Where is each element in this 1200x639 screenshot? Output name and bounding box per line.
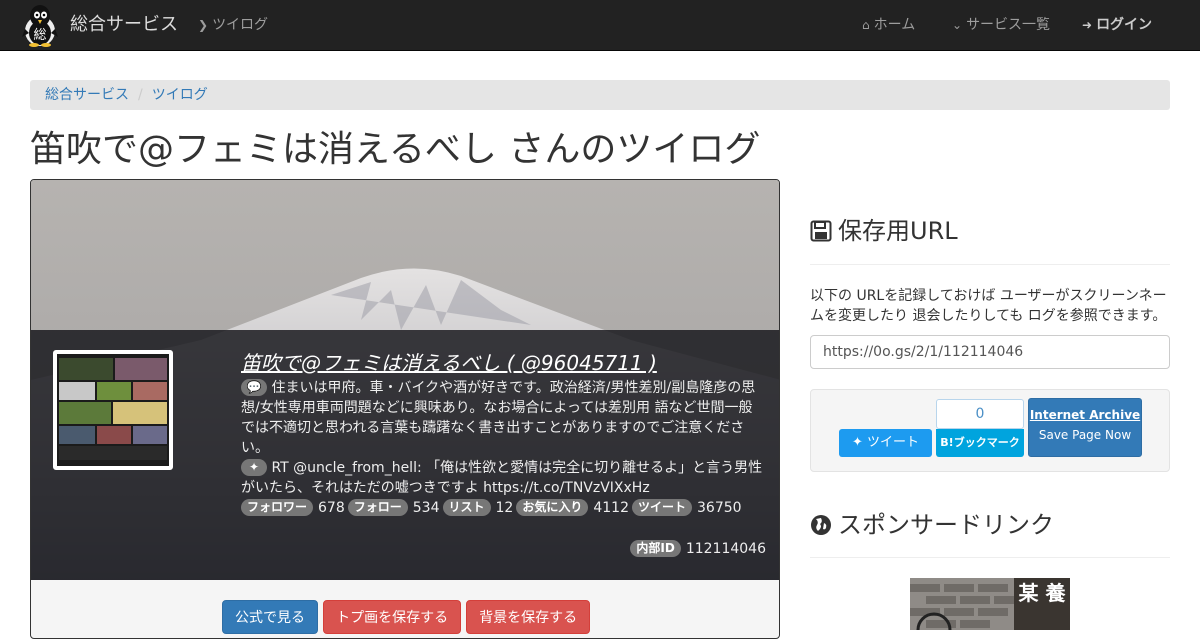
profile-avatar[interactable] xyxy=(53,350,173,470)
hatena-bookmark-button[interactable]: B!ブックマーク xyxy=(936,429,1024,457)
lists-count: 12 xyxy=(495,500,514,516)
brand-name[interactable]: 総合サービス xyxy=(70,13,178,37)
sign-in-icon: ➜ xyxy=(1082,18,1093,32)
internal-id-badge: 内部ID xyxy=(630,540,681,557)
profile-bio: 💬 住まいは甲府。車・バイクや酒が好きです。政治経済/男性差別/副島隆彦の思想/… xyxy=(241,378,766,458)
save-avatar-button[interactable]: トプ画を保存する xyxy=(323,600,462,634)
comment-icon: 💬 xyxy=(241,379,267,396)
tweets-count: 36750 xyxy=(697,500,742,516)
sponsor-heading: スポンサードリンク xyxy=(810,509,1054,541)
profile-actions: 公式で見る トプ画を保存する 背景を保存する xyxy=(222,600,591,634)
sponsor-heading-text: スポンサードリンク xyxy=(838,511,1054,539)
twitter-bird-icon: ✦ xyxy=(851,435,863,450)
favorites-count: 4112 xyxy=(593,500,629,516)
logo-glyph: 総 xyxy=(33,28,46,43)
save-url-heading-text: 保存用URL xyxy=(838,217,958,245)
following-badge: フォロー xyxy=(347,499,408,516)
nav-tsuilog[interactable]: ❯ ツイログ xyxy=(198,16,268,34)
view-official-button[interactable]: 公式で見る xyxy=(222,600,318,634)
breadcrumb-item-home[interactable]: 総合サービス xyxy=(45,87,129,103)
profile-info: 笛吹で@フェミは消えるべし ( @96045711 ) 💬 住まいは甲府。車・バ… xyxy=(241,348,766,518)
chevron-down-icon: ⌄ xyxy=(952,18,963,32)
globe-icon xyxy=(810,512,832,535)
following-count: 534 xyxy=(412,500,440,516)
home-icon: ⌂ xyxy=(862,18,870,32)
favorites-badge: お気に入り xyxy=(516,499,589,516)
followers-count: 678 xyxy=(318,500,345,516)
divider xyxy=(810,264,1170,265)
ad-text: 某 養 xyxy=(1018,581,1066,605)
internet-archive-button[interactable]: Internet Archive Save Page Now xyxy=(1028,398,1142,457)
sponsored-ad-image[interactable]: 某 養 xyxy=(910,578,1070,630)
latest-tweet-text: RT @uncle_from_hell: 「俺は性欲と愛情は完全に切り離せるよ」… xyxy=(241,460,763,496)
profile-bio-text: 住まいは甲府。車・バイクや酒が好きです。政治経済/男性差別/副島隆彦の思想/女性… xyxy=(241,380,756,456)
save-url-description: 以下の URLを記録しておけば ユーザーがスクリーンネームを変更したり 退会した… xyxy=(810,288,1167,324)
internal-id: 内部ID 112114046 xyxy=(630,540,766,557)
save-url-heading: 保存用URL xyxy=(810,215,958,247)
tweet-button[interactable]: ✦ ツイート xyxy=(839,429,932,457)
nav-tsuilog-label: ツイログ xyxy=(212,17,269,33)
hatena-count: 0 xyxy=(936,399,1024,429)
ia-title: Internet Archive xyxy=(1029,408,1141,422)
ia-action: Save Page Now xyxy=(1038,428,1132,442)
page-title: 笛吹で@フェミは消えるべし さんのツイログ xyxy=(30,129,761,170)
navbar: 総 総合サービス ❯ ツイログ ⌂ ホーム ⌄ サービス一覧 ➜ ログイン xyxy=(0,0,1200,51)
save-banner-button[interactable]: 背景を保存する xyxy=(466,600,591,634)
profile-card: 笛吹で@フェミは消えるべし ( @96045711 ) 💬 住まいは甲府。車・バ… xyxy=(30,179,780,639)
breadcrumb-item-tsuilog[interactable]: ツイログ xyxy=(152,87,208,103)
floppy-disk-icon xyxy=(810,218,832,242)
penguin-logo-icon[interactable]: 総 xyxy=(20,3,60,47)
profile-name-link[interactable]: 笛吹で@フェミは消えるべし ( @96045711 ) xyxy=(241,348,766,378)
twitter-bird-icon: ✦ xyxy=(241,459,267,476)
profile-overlay: 笛吹で@フェミは消えるべし ( @96045711 ) 💬 住まいは甲府。車・バ… xyxy=(31,330,779,580)
share-panel: ✦ ツイート 0 B!ブックマーク Internet Archive Save … xyxy=(810,389,1170,472)
lists-badge: リスト xyxy=(442,499,491,516)
internal-id-value: 112114046 xyxy=(685,541,766,557)
tweet-button-label: ツイート xyxy=(867,435,920,450)
tweets-badge: ツイート xyxy=(632,499,693,516)
nav-services[interactable]: ⌄ サービス一覧 xyxy=(952,16,1050,34)
divider xyxy=(810,557,1170,558)
nav-home-label: ホーム xyxy=(873,17,916,33)
nav-services-label: サービス一覧 xyxy=(966,17,1051,33)
followers-badge: フォロワー xyxy=(241,499,314,516)
breadcrumb: 総合サービス / ツイログ xyxy=(30,80,1170,110)
save-url-field[interactable]: https://0o.gs/2/1/112114046 xyxy=(810,335,1170,369)
nav-home[interactable]: ⌂ ホーム xyxy=(862,16,915,34)
profile-stats: フォロワー 678 フォロー 534 リスト 12 お気に入り 4112 ツイート 36750 xyxy=(241,498,766,518)
chevron-circle-icon: ❯ xyxy=(198,18,209,32)
nav-login-label: ログイン xyxy=(1096,17,1153,33)
nav-login[interactable]: ➜ ログイン xyxy=(1082,16,1152,34)
profile-latest-tweet: ✦ RT @uncle_from_hell: 「俺は性欲と愛情は完全に切り離せる… xyxy=(241,458,766,498)
breadcrumb-separator: / xyxy=(138,87,143,103)
